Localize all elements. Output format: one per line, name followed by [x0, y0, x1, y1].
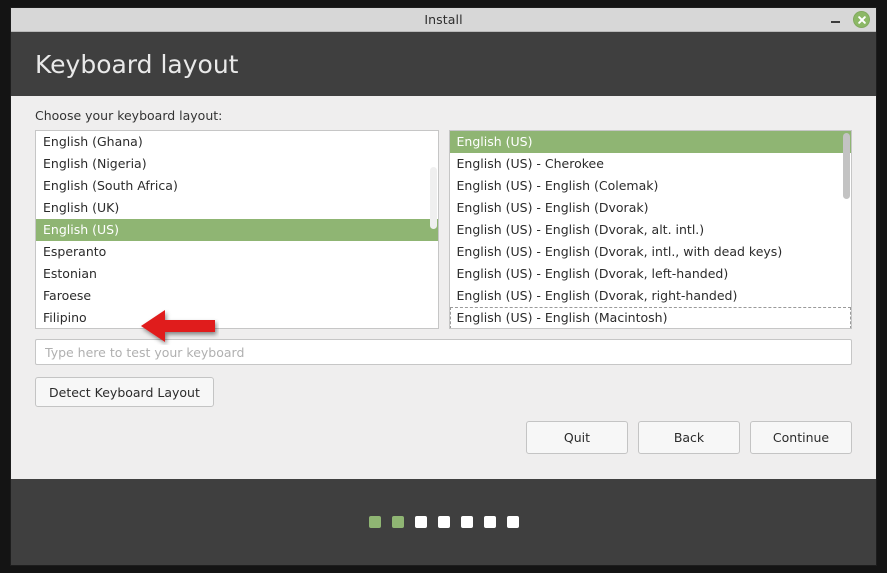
- step-dot-3[interactable]: [414, 516, 427, 528]
- page-header: Keyboard layout: [11, 32, 876, 96]
- step-dot-6[interactable]: [483, 516, 496, 528]
- continue-button[interactable]: Continue: [750, 421, 852, 454]
- variant-listbox[interactable]: English (US) English (US) - Cherokee Engli…: [448, 130, 852, 329]
- step-dot-7[interactable]: [506, 516, 519, 528]
- layout-listbox[interactable]: English (Ghana) English (Nigeria) English …: [35, 130, 439, 329]
- variant-list-scrollbar[interactable]: [843, 133, 850, 199]
- close-icon[interactable]: [853, 11, 870, 28]
- step-indicator: [368, 516, 519, 528]
- list-item[interactable]: English (US) - English (Dvorak, intl., w…: [450, 241, 852, 263]
- keyboard-test-input[interactable]: [35, 339, 852, 365]
- list-item[interactable]: Filipino: [36, 307, 438, 328]
- list-item[interactable]: Estonian: [36, 263, 438, 285]
- prompt-label: Choose your keyboard layout:: [35, 108, 223, 123]
- list-item[interactable]: Esperanto: [36, 241, 438, 263]
- list-item[interactable]: English (US): [449, 131, 851, 153]
- step-dot-1[interactable]: [368, 516, 381, 528]
- minimize-icon[interactable]: [829, 13, 843, 27]
- list-item[interactable]: English (US) - English (Dvorak, left-han…: [450, 263, 852, 285]
- list-item[interactable]: English (UK): [36, 197, 438, 219]
- list-item[interactable]: English (US) - English (Dvorak, right-ha…: [450, 285, 852, 307]
- step-dot-4[interactable]: [437, 516, 450, 528]
- screen: Install Keyboard layout Choose your keyb…: [0, 0, 887, 573]
- install-window: Install Keyboard layout Choose your keyb…: [11, 8, 876, 565]
- list-item[interactable]: English (South Africa): [36, 175, 438, 197]
- quit-button[interactable]: Quit: [526, 421, 628, 454]
- list-item[interactable]: English (US) - English (Colemak): [450, 175, 852, 197]
- list-item[interactable]: English (Nigeria): [36, 153, 438, 175]
- step-dot-2[interactable]: [391, 516, 404, 528]
- detect-keyboard-layout-button[interactable]: Detect Keyboard Layout: [35, 377, 214, 407]
- list-item[interactable]: English (US) - English (Dvorak): [450, 197, 852, 219]
- window-controls: [829, 8, 870, 31]
- title-bar: Install: [11, 8, 876, 32]
- list-item[interactable]: English (US) - English (Dvorak, alt. int…: [450, 219, 852, 241]
- list-item[interactable]: Faroese: [36, 285, 438, 307]
- navigation-buttons: Quit Back Continue: [526, 421, 852, 454]
- list-item[interactable]: English (Ghana): [36, 131, 438, 153]
- footer: [11, 479, 876, 565]
- layout-list-scrollbar[interactable]: [429, 167, 437, 229]
- back-button[interactable]: Back: [638, 421, 740, 454]
- content-pane: Choose your keyboard layout: English (Gh…: [11, 96, 876, 479]
- keyboard-lists: English (Ghana) English (Nigeria) English …: [35, 130, 852, 329]
- window-title: Install: [424, 12, 463, 27]
- list-item[interactable]: English (US): [36, 219, 438, 241]
- list-item[interactable]: English (US) - English (Macintosh): [449, 307, 851, 328]
- step-dot-5[interactable]: [460, 516, 473, 528]
- page-title: Keyboard layout: [35, 49, 239, 79]
- list-item[interactable]: English (US) - Cherokee: [450, 153, 852, 175]
